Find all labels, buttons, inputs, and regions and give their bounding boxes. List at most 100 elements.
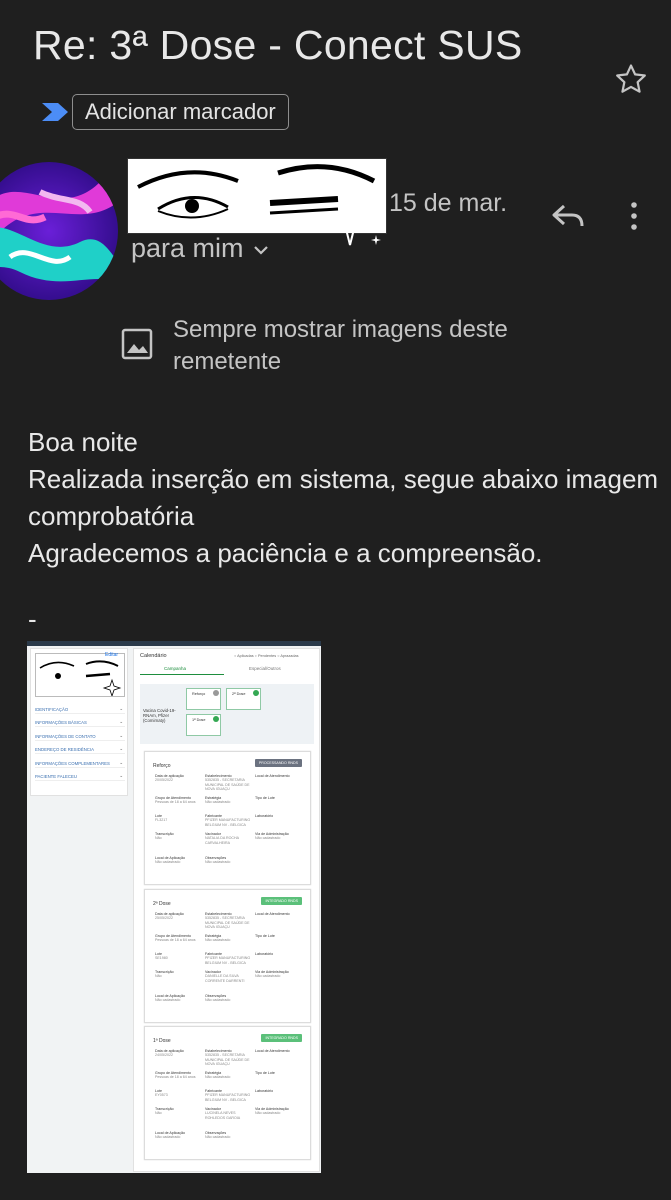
patient-photo bbox=[35, 653, 125, 697]
dose-field: Data de aplicação 20/05/2022 bbox=[155, 774, 205, 783]
recipient-toggle[interactable]: para mim bbox=[131, 233, 270, 264]
dose-field: Transcrição Não bbox=[155, 1107, 205, 1116]
field-value: 24/05/2022 bbox=[155, 1053, 173, 1058]
field-label: Local de Atendimento bbox=[255, 774, 290, 778]
field-value: Não cadastrado bbox=[205, 998, 231, 1003]
field-value: Não bbox=[155, 974, 162, 979]
field-value: Pessoas de 18 a 64 anos bbox=[155, 1075, 196, 1080]
field-value: Não bbox=[155, 1111, 162, 1116]
field-value: NATALIA DA ROCHA CARVALHEIRA bbox=[205, 836, 239, 845]
dose-box[interactable]: Reforço bbox=[186, 688, 221, 710]
calendar-title: Calendário bbox=[140, 653, 167, 659]
signature-dash: - bbox=[28, 604, 37, 634]
field-label: Laboratório bbox=[255, 952, 274, 956]
dose-card-title: 1ª Dose bbox=[153, 1038, 171, 1044]
tab-especial[interactable]: Especial/Outros bbox=[249, 666, 281, 671]
field-value: Pessoas de 18 a 64 anos bbox=[155, 938, 196, 943]
field-label: Transcrição bbox=[155, 970, 174, 974]
field-value: Não cadastrado bbox=[205, 938, 231, 943]
panel-item[interactable]: INFORMAÇÕES DE CONTATO ⌄ bbox=[35, 733, 125, 741]
dose-field: Tipo de Lote bbox=[255, 934, 305, 938]
panel-item[interactable]: INFORMAÇÕES BÁSICAS ⌄ bbox=[35, 719, 125, 727]
field-label: Fabricante bbox=[205, 814, 222, 818]
show-images-link[interactable]: Sempre mostrar imagens deste remetente bbox=[173, 314, 573, 378]
dose-field: Grupo de Atendimento Pessoas de 18 a 64 a… bbox=[155, 934, 205, 943]
field-label: Observações bbox=[205, 856, 227, 860]
dose-field: Laboratório bbox=[255, 1089, 305, 1093]
dose-field: Via de Administração Não cadastrado bbox=[255, 1107, 305, 1116]
tab-campanha[interactable]: Campanha bbox=[164, 666, 186, 671]
chevron-down-icon bbox=[253, 246, 268, 255]
dose-box[interactable]: 1ª Dose bbox=[186, 714, 221, 736]
add-label-button[interactable]: Adicionar marcador bbox=[72, 94, 289, 130]
dose-field: Lote FL3217 bbox=[155, 814, 205, 823]
field-label: Local de Aplicação bbox=[155, 1131, 185, 1135]
star-icon[interactable] bbox=[612, 60, 650, 98]
status-badge: PROCESSANDO RNDS bbox=[254, 759, 302, 767]
field-label: Estratégia bbox=[205, 1071, 222, 1075]
calendar-legend: ○ Aplicadas ○ Pendentes ○ Aprazadas bbox=[234, 654, 299, 658]
field-label: Tipo de Lote bbox=[255, 1071, 275, 1075]
field-value: 25/05/2022 bbox=[155, 916, 173, 921]
field-label: Vacinador bbox=[205, 1107, 221, 1111]
field-label: Tipo de Lote bbox=[255, 796, 275, 800]
dose-field: Local de Atendimento bbox=[255, 912, 305, 916]
field-label: Via de Administração bbox=[255, 970, 289, 974]
dose-field: Via de Administração Não cadastrado bbox=[255, 832, 305, 841]
edit-link[interactable]: Editar bbox=[105, 652, 118, 658]
field-label: Data de aplicação bbox=[155, 1049, 184, 1053]
dose-field: Vacinador LUCINELA NEVES ROHLEDOS GAROIA bbox=[205, 1107, 255, 1120]
dose-field: Vacinador DANIELLE DA SILVA CORRENTE DARR… bbox=[205, 970, 255, 983]
field-label: Observações bbox=[205, 994, 227, 998]
dose-field: Estratégia Não cadastrado bbox=[205, 934, 255, 943]
field-label: Estratégia bbox=[205, 796, 222, 800]
field-label: Lote bbox=[155, 814, 162, 818]
field-label: Via de Administração bbox=[255, 1107, 289, 1111]
dose-box[interactable]: 2ª Dose bbox=[226, 688, 261, 710]
dose-field: Fabricante PFIZER MANUFACTURING BELGIUM N… bbox=[205, 1089, 255, 1102]
dose-field: Local de Aplicação Não cadastrado bbox=[155, 856, 205, 865]
dose-field: Vacinador NATALIA DA ROCHA CARVALHEIRA bbox=[205, 832, 255, 845]
field-value: Não cadastrado bbox=[255, 1111, 281, 1116]
dose-field: Local de Atendimento bbox=[255, 774, 305, 778]
dose-field: Transcrição Não bbox=[155, 970, 205, 979]
dose-field: Lote SE1980 bbox=[155, 952, 205, 961]
field-value: FL3217 bbox=[155, 818, 168, 823]
field-label: Local de Aplicação bbox=[155, 856, 185, 860]
vaccine-summary[interactable]: Vacina Covid-19-RNAm, Pfizer (Comirnaty)… bbox=[140, 684, 314, 744]
dose-card: Reforço PROCESSANDO RNDS Data de aplicação… bbox=[144, 751, 311, 885]
email-date: 15 de mar. bbox=[389, 189, 508, 217]
dose-field: Estratégia Não cadastrado bbox=[205, 796, 255, 805]
field-value: SE1980 bbox=[155, 956, 168, 961]
reply-icon[interactable] bbox=[548, 196, 588, 236]
field-value: 20/05/2022 bbox=[155, 778, 173, 783]
dose-field: Fabricante PFIZER MANUFACTURING BELGIUM N… bbox=[205, 814, 255, 827]
dose-field: Data de aplicação 25/05/2022 bbox=[155, 912, 205, 921]
dose-field: Local de Atendimento bbox=[255, 1049, 305, 1053]
more-vert-icon[interactable] bbox=[622, 196, 646, 236]
dose-field: Estabelecimento 5352835 - SECRETARIA MUNI… bbox=[205, 912, 255, 930]
dose-field: Via de Administração Não cadastrado bbox=[255, 970, 305, 979]
field-value: 5352835 - SECRETARIA MUNICIPAL DE SAÚDE … bbox=[205, 1053, 250, 1067]
field-label: Grupo de Atendimento bbox=[155, 1071, 191, 1075]
field-label: Vacinador bbox=[205, 970, 221, 974]
field-label: Grupo de Atendimento bbox=[155, 796, 191, 800]
email-body: Boa noite Realizada inserção em sistema,… bbox=[28, 427, 659, 568]
patient-panel: Editar IDENTIFICAÇÃO ⌄ INFORMAÇÕES BÁSICA… bbox=[30, 648, 128, 796]
panel-item[interactable]: PACIENTE FALECEU ⌄ bbox=[35, 773, 125, 781]
dose-card-title: 2ª Dose bbox=[153, 901, 171, 907]
field-value: Não cadastrado bbox=[205, 1135, 231, 1140]
field-label: Transcrição bbox=[155, 1107, 174, 1111]
panel-item[interactable]: INFORMAÇÕES COMPLEMENTARES ⌄ bbox=[35, 760, 125, 768]
field-label: Local de Atendimento bbox=[255, 912, 290, 916]
dose-card: 2ª Dose INTEGRADO RNDS Data de aplicação 25… bbox=[144, 889, 311, 1023]
sender-avatar[interactable] bbox=[0, 162, 118, 300]
dose-field: Estabelecimento 5352835 - SECRETARIA MUNI… bbox=[205, 774, 255, 792]
attached-screenshot[interactable]: Editar IDENTIFICAÇÃO ⌄ INFORMAÇÕES BÁSICA… bbox=[27, 641, 321, 1173]
field-value: PFIZER MANUFACTURING BELGIUM NV - BELGIC… bbox=[205, 1093, 251, 1102]
panel-item[interactable]: IDENTIFICAÇÃO ⌄ bbox=[35, 706, 125, 714]
field-value: LUCINELA NEVES ROHLEDOS GAROIA bbox=[205, 1111, 241, 1120]
panel-item[interactable]: ENDEREÇO DE RESIDÊNCIA ⌄ bbox=[35, 746, 125, 754]
field-label: Grupo de Atendimento bbox=[155, 934, 191, 938]
field-label: Transcrição bbox=[155, 832, 174, 836]
